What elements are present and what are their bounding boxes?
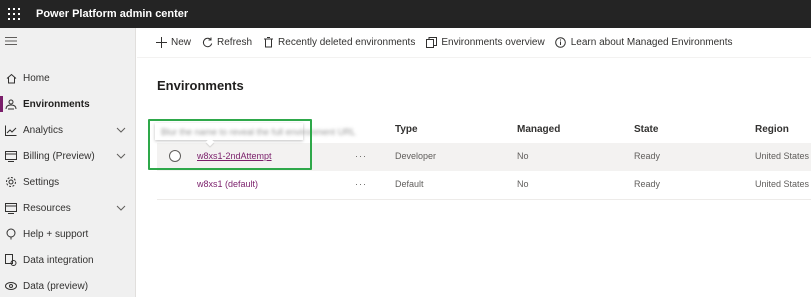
- overview-icon: [425, 37, 437, 49]
- highlight-box: [148, 119, 312, 170]
- type-cell: Default: [395, 179, 424, 189]
- environments-overview-button[interactable]: Environments overview: [425, 37, 545, 49]
- sidebar-item-label: Environments: [23, 98, 90, 110]
- managed-cell: No: [517, 179, 529, 189]
- column-header-managed[interactable]: Managed: [517, 124, 560, 135]
- recently-deleted-label: Recently deleted environments: [278, 37, 416, 48]
- help-icon: [5, 228, 17, 240]
- sidebar-item-resources[interactable]: Resources: [0, 195, 136, 221]
- new-button[interactable]: New: [155, 37, 191, 49]
- app-title[interactable]: Power Platform admin center: [36, 8, 188, 20]
- environments-overview-label: Environments overview: [441, 37, 545, 48]
- region-cell: United States: [755, 179, 810, 189]
- state-cell: Ready: [634, 179, 661, 189]
- info-icon: [555, 37, 567, 49]
- resources-icon: [5, 202, 17, 214]
- sidebar-item-settings[interactable]: Settings: [0, 169, 136, 195]
- column-header-state[interactable]: State: [634, 124, 658, 135]
- chevron-down-icon[interactable]: [116, 203, 126, 213]
- table-row[interactable]: w8xs1 (default) ··· Default No Ready Uni…: [157, 171, 811, 199]
- analytics-icon: [5, 124, 17, 136]
- sidebar-item-data-preview[interactable]: Data (preview): [0, 273, 136, 297]
- chevron-down-icon[interactable]: [116, 151, 126, 161]
- column-header-type[interactable]: Type: [395, 124, 418, 135]
- state-cell: Ready: [634, 151, 661, 161]
- chevron-down-icon[interactable]: [116, 125, 126, 135]
- waffle-icon[interactable]: [0, 0, 28, 28]
- sidebar-item-label: Home: [23, 72, 50, 84]
- data-integration-icon: [5, 254, 17, 266]
- environment-name-link[interactable]: w8xs1 (default): [197, 179, 258, 189]
- refresh-button[interactable]: Refresh: [201, 37, 252, 49]
- gear-icon: [5, 176, 17, 188]
- managed-cell: No: [517, 151, 529, 161]
- sidebar-item-environments[interactable]: Environments: [0, 91, 136, 117]
- trash-icon: [262, 37, 274, 49]
- page-title: Environments: [157, 78, 244, 93]
- recently-deleted-button[interactable]: Recently deleted environments: [262, 37, 415, 49]
- billing-icon: [5, 150, 17, 162]
- row-divider: [157, 199, 811, 200]
- sidebar-item-data-integration[interactable]: Data integration: [0, 247, 136, 273]
- more-actions-icon[interactable]: ···: [355, 179, 367, 189]
- sidebar-item-label: Billing (Preview): [23, 150, 95, 162]
- refresh-label: Refresh: [217, 37, 253, 48]
- sidebar-item-label: Help + support: [23, 228, 89, 240]
- more-actions-icon[interactable]: ···: [355, 151, 367, 161]
- learn-managed-environments-button[interactable]: Learn about Managed Environments: [555, 37, 733, 49]
- sidebar-item-label: Data (preview): [23, 280, 89, 292]
- sidebar-item-analytics[interactable]: Analytics: [0, 117, 136, 143]
- learn-managed-environments-label: Learn about Managed Environments: [570, 37, 733, 48]
- sidebar-item-label: Data integration: [23, 254, 94, 266]
- sidebar-item-label: Settings: [23, 176, 60, 188]
- sidebar: Home Environments Analytics Billing (Pre…: [0, 28, 136, 297]
- sidebar-item-home[interactable]: Home: [0, 65, 136, 91]
- sidebar-item-label: Analytics: [23, 124, 64, 136]
- environments-icon: [5, 98, 17, 110]
- top-bar: Power Platform admin center: [0, 0, 811, 28]
- type-cell: Developer: [395, 151, 437, 161]
- sidebar-item-billing[interactable]: Billing (Preview): [0, 143, 136, 169]
- sidebar-item-label: Resources: [23, 202, 71, 214]
- hamburger-icon[interactable]: [5, 36, 19, 48]
- plus-icon: [155, 37, 167, 49]
- refresh-icon: [201, 37, 213, 49]
- home-icon: [5, 72, 17, 84]
- column-header-region[interactable]: Region: [755, 124, 789, 135]
- data-preview-icon: [5, 280, 17, 292]
- sidebar-item-help-support[interactable]: Help + support: [0, 221, 136, 247]
- new-label: New: [171, 37, 192, 48]
- command-bar: New Refresh Recently deleted environment…: [137, 28, 811, 58]
- region-cell: United States: [755, 151, 810, 161]
